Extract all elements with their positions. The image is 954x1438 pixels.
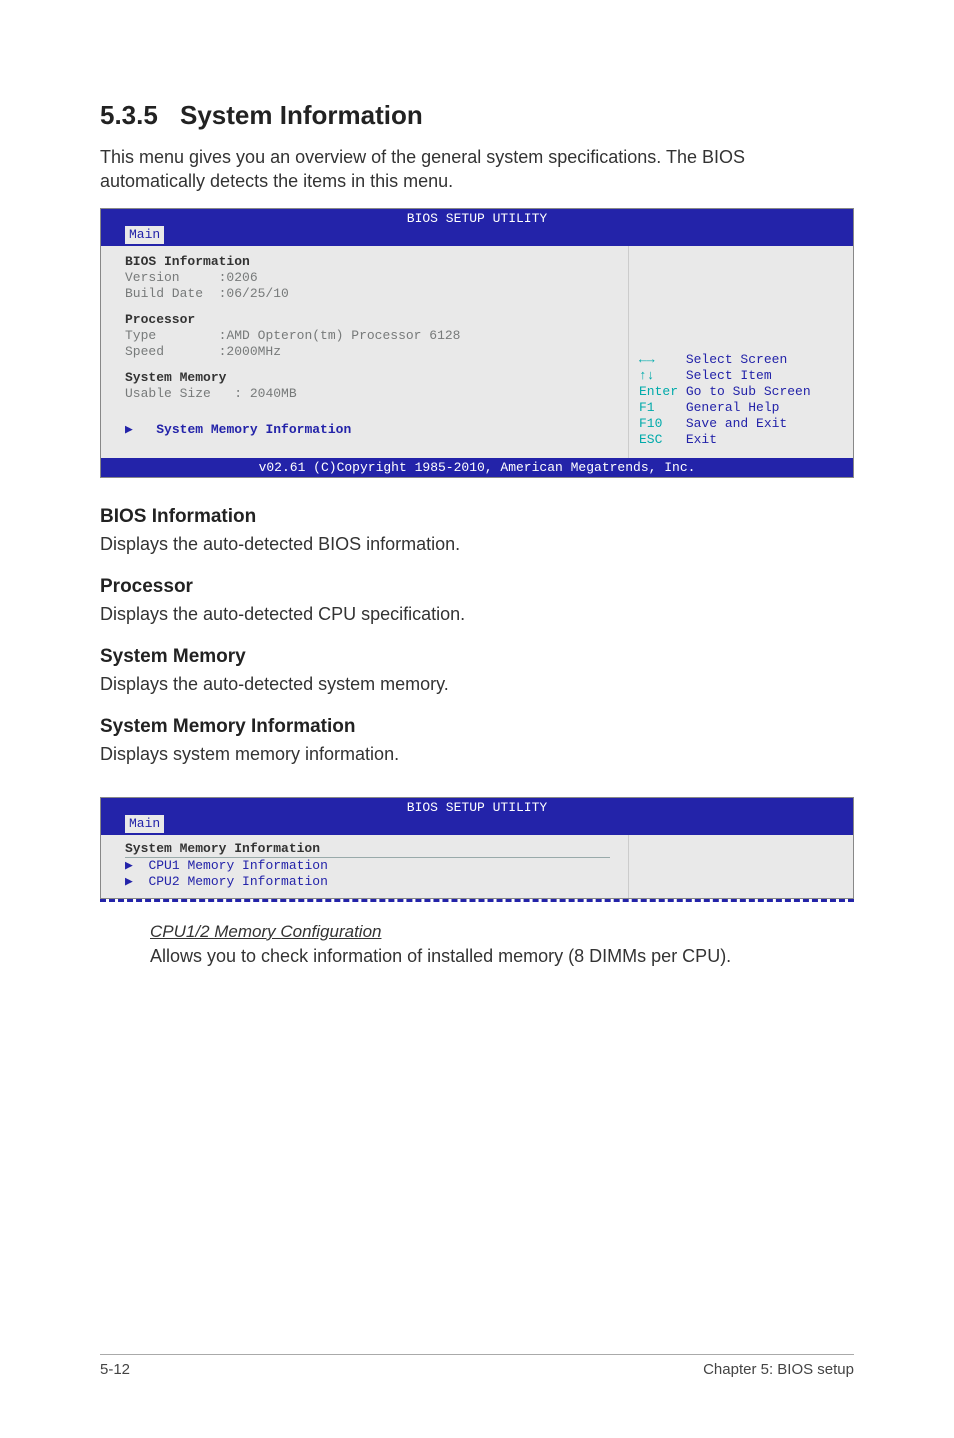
bios2-right-panel [628,835,853,898]
submenu-arrow-icon: ▶ [125,422,133,437]
bios2-header: BIOS SETUP UTILITY Main [101,798,853,835]
footer-chapter: Chapter 5: BIOS setup [703,1361,854,1378]
bios2-heading: System Memory Information [125,841,610,857]
help-exit: Exit [686,432,717,447]
bios-header: BIOS SETUP UTILITY Main [101,209,853,246]
bios2-left-panel: System Memory Information ▶ CPU1 Memory … [101,835,628,898]
sub-para-processor: Displays the auto-detected CPU specifica… [100,602,854,626]
memory-heading: System Memory [125,370,610,386]
processor-heading: Processor [125,312,610,328]
cpu1-memory-info: CPU1 Memory Information [148,858,327,873]
sub-para-system-memory-info: Displays system memory information. [100,742,854,766]
bios-help-panel: ←→ Select Screen ↑↓ Select Item Enter Go… [628,246,853,458]
bios-copyright: v02.61 (C)Copyright 1985-2010, American … [101,458,853,477]
help-general: General Help [686,400,780,415]
bios-utility-title: BIOS SETUP UTILITY [107,211,847,226]
sub-para-bios-info: Displays the auto-detected BIOS informat… [100,532,854,556]
help-key-f1: F1 [639,400,655,415]
help-key-esc: ESC [639,432,662,447]
bios2-tab-main: Main [125,815,164,833]
intro-paragraph: This menu gives you an overview of the g… [100,145,854,194]
cpu-config-desc: Allows you to check information of insta… [150,944,854,968]
help-key-arrows-lr: ←→ [639,352,655,367]
help-key-enter: Enter [639,384,678,399]
usable-size-value: : 2040MB [234,386,296,401]
system-memory-info-submenu: System Memory Information [156,422,351,437]
bios-screenshot-memory-info: BIOS SETUP UTILITY Main System Memory In… [100,797,854,899]
help-key-arrows-ud: ↑↓ [639,368,655,383]
footer-page-number: 5-12 [100,1361,130,1378]
bios-tab-main: Main [125,226,164,244]
version-label: Version [125,270,180,285]
help-key-f10: F10 [639,416,662,431]
build-date-label: Build Date [125,286,203,301]
sub-heading-processor: Processor [100,576,854,598]
page-footer: 5-12 Chapter 5: BIOS setup [100,1354,854,1378]
submenu-arrow-icon: ▶ [125,858,133,873]
bios-screenshot-main: BIOS SETUP UTILITY Main BIOS Information… [100,208,854,478]
bios-left-panel: BIOS Information Version :0206 Build Dat… [101,246,628,458]
cpu-config-block: CPU1/2 Memory Configuration Allows you t… [100,922,854,968]
processor-type-label: Type [125,328,156,343]
sub-heading-system-memory: System Memory [100,646,854,668]
section-title: System Information [180,100,423,130]
processor-speed-label: Speed [125,344,164,359]
help-select-screen: Select Screen [686,352,787,367]
cpu2-memory-info: CPU2 Memory Information [148,874,327,889]
dashed-cut-line [100,899,854,902]
bios2-utility-title: BIOS SETUP UTILITY [107,800,847,815]
help-go-sub: Go to Sub Screen [686,384,811,399]
section-number: 5.3.5 [100,100,180,131]
sub-heading-bios-info: BIOS Information [100,506,854,528]
section-heading: 5.3.5System Information [100,100,854,131]
usable-size-label: Usable Size [125,386,211,401]
processor-type-value: :AMD Opteron(tm) Processor 6128 [219,328,461,343]
submenu-arrow-icon: ▶ [125,874,133,889]
help-save-exit: Save and Exit [686,416,787,431]
processor-speed-value: :2000MHz [219,344,281,359]
version-value: :0206 [219,270,258,285]
help-select-item: Select Item [686,368,772,383]
build-date-value: :06/25/10 [219,286,289,301]
cpu-config-title: CPU1/2 Memory Configuration [150,922,854,942]
sub-para-system-memory: Displays the auto-detected system memory… [100,672,854,696]
bios-info-heading: BIOS Information [125,254,610,270]
sub-heading-system-memory-info: System Memory Information [100,716,854,738]
